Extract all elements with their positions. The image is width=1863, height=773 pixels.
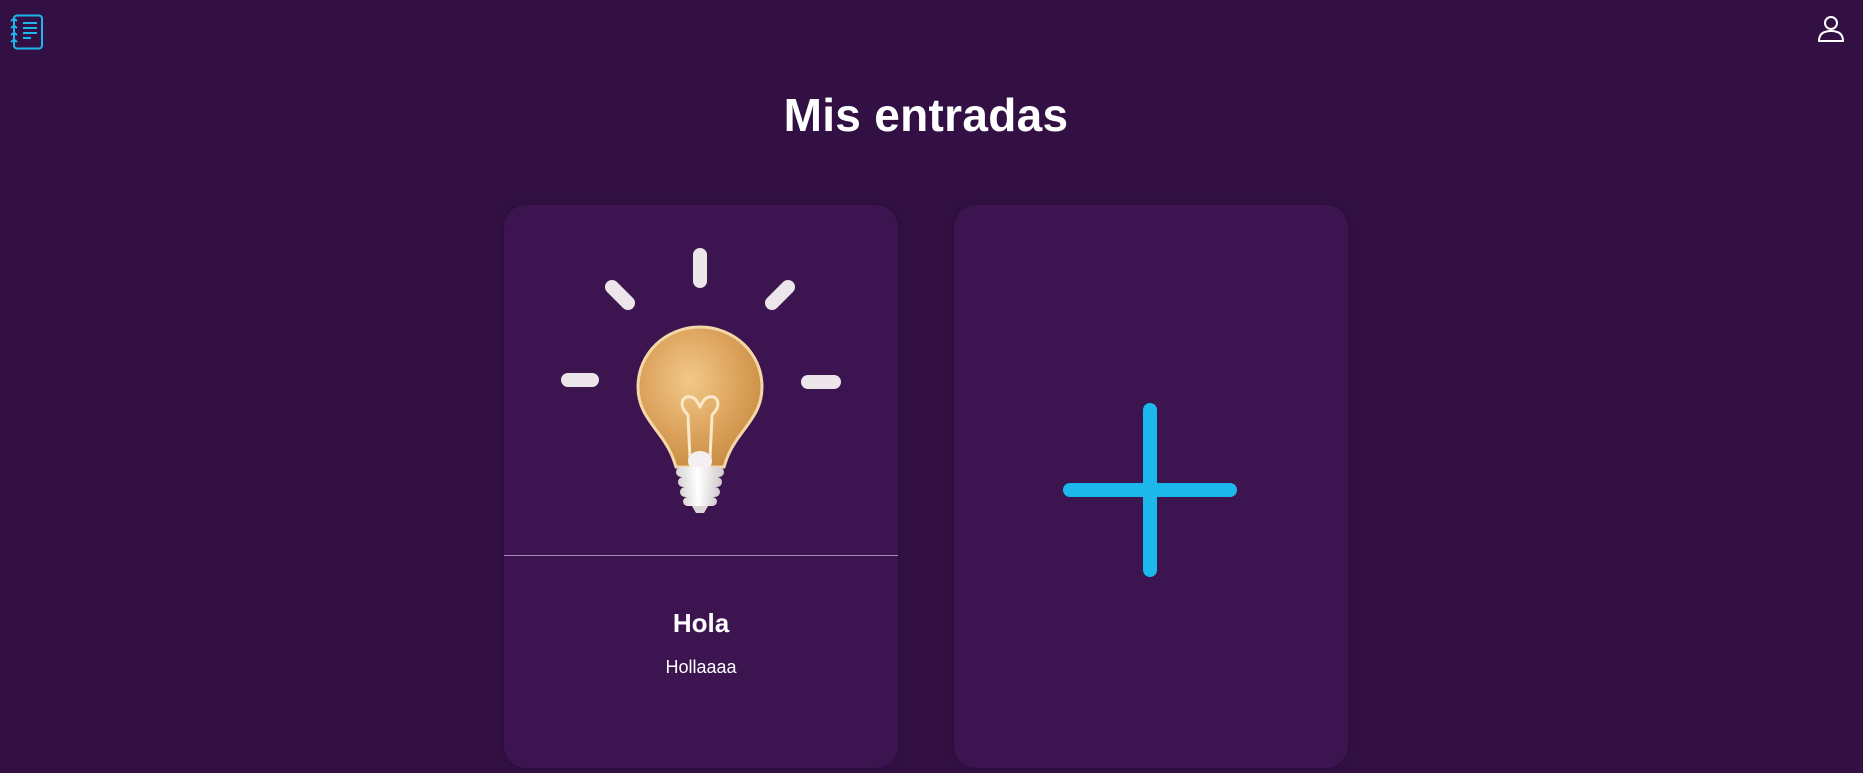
app-logo-button[interactable] — [10, 14, 44, 50]
entry-card[interactable]: Hola Hollaaaa — [504, 205, 898, 768]
entry-text: Hollaaaa — [665, 657, 737, 677]
light-ray — [605, 280, 635, 310]
entry-title: Hola — [672, 608, 730, 638]
user-profile-button[interactable] — [1815, 13, 1847, 45]
page-title: Mis entradas — [783, 89, 1069, 141]
user-icon — [1818, 16, 1844, 42]
plus-icon — [1063, 403, 1237, 577]
light-ray — [765, 280, 795, 310]
add-entry-card[interactable] — [954, 205, 1348, 768]
notebook-list-icon — [10, 14, 43, 50]
card-divider — [504, 555, 898, 556]
lightbulb-image — [561, 248, 841, 513]
